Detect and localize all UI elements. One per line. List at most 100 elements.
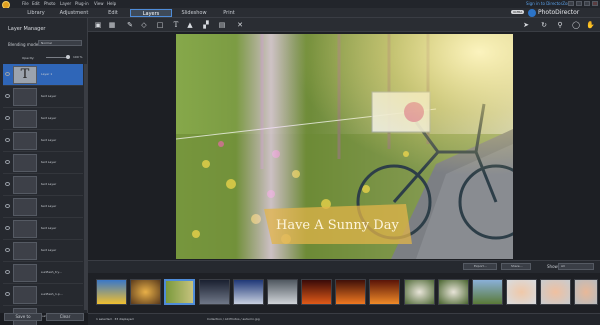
tab-slideshow[interactable]: Slideshow (176, 9, 212, 17)
layer-list-scrollbar[interactable] (84, 64, 87, 310)
visibility-eye-icon[interactable] (5, 248, 10, 252)
collection-path: Collection / All Photos / autumn.jpg (207, 317, 260, 321)
visibility-eye-icon[interactable] (5, 94, 10, 98)
filmstrip-thumbnail[interactable] (472, 279, 503, 305)
selection-count: 1 selected · 33 displayed (96, 317, 134, 321)
align-icon[interactable]: ▞ (202, 21, 210, 29)
close-button[interactable] (592, 1, 598, 6)
tab-edit[interactable]: Edit (100, 9, 126, 17)
photo-caption-text[interactable]: Have A Sunny Day (276, 218, 399, 233)
show-filter-select[interactable]: All (558, 263, 594, 270)
layer-name: text Layer (41, 204, 57, 208)
filmstrip-thumbnail-selected[interactable] (164, 279, 195, 305)
share-button[interactable]: Share... (501, 263, 531, 270)
tab-adjustment[interactable]: Adjustment (52, 9, 96, 17)
help-button[interactable] (568, 1, 574, 6)
filmstrip-thumbnail[interactable] (404, 279, 435, 305)
filmstrip-thumbnail[interactable] (540, 279, 571, 305)
opacity-label: Opacity: (22, 56, 35, 60)
layer-thumbnail (13, 264, 37, 282)
visibility-eye-icon[interactable] (5, 182, 10, 186)
menu-bar (0, 0, 600, 8)
rectangle-tool-icon[interactable]: □ (156, 21, 164, 29)
visibility-eye-icon[interactable] (5, 270, 10, 274)
clear-button[interactable]: Clear (46, 313, 84, 321)
photodirector-logo-icon (528, 9, 536, 17)
rotate-icon[interactable]: ↻ (540, 21, 548, 29)
visibility-eye-icon[interactable] (5, 160, 10, 164)
opacity-slider[interactable] (46, 57, 68, 58)
eraser-icon[interactable]: ◇ (140, 21, 148, 29)
filmstrip-thumbnail[interactable] (96, 279, 127, 305)
layer-row[interactable]: sunflash_try... (3, 262, 83, 284)
layer-row[interactable]: text Layer (3, 152, 83, 174)
filmstrip-thumbnail[interactable] (301, 279, 332, 305)
menu-help[interactable]: Help (107, 1, 116, 6)
layer-name: text Layer (41, 248, 57, 252)
layer-name: text Layer (41, 226, 57, 230)
layer-row[interactable]: text Layer (3, 174, 83, 196)
layer-row[interactable]: text Layer (3, 86, 83, 108)
layer-row[interactable]: sunflash_1.p... (3, 284, 83, 306)
visibility-eye-icon[interactable] (5, 292, 10, 296)
brush-icon[interactable]: ✎ (126, 21, 134, 29)
layer-thumbnail (13, 154, 37, 172)
menu-edit[interactable]: Edit (32, 1, 40, 6)
layer-name: sunflash_1.p... (41, 292, 63, 296)
visibility-eye-icon[interactable] (5, 204, 10, 208)
layer-name: Layer 1 (41, 72, 53, 76)
pointer-icon[interactable]: ➤ (522, 21, 530, 29)
blending-mode-select[interactable]: Normal (38, 40, 82, 46)
layer-row[interactable]: text Layer (3, 218, 83, 240)
layer-thumbnail (13, 176, 37, 194)
status-bar (88, 313, 600, 325)
layer-order-icon[interactable]: ▤ (218, 21, 226, 29)
maximize-button[interactable] (584, 1, 590, 6)
visibility-eye-icon[interactable] (5, 226, 10, 230)
menu-view[interactable]: View (94, 1, 104, 6)
layer-thumbnail (13, 198, 37, 216)
menu-photo[interactable]: Photo (44, 1, 55, 6)
tab-print[interactable]: Print (216, 9, 242, 17)
tab-layers[interactable]: Layers (130, 9, 172, 17)
stamp-icon[interactable]: ▲ (186, 21, 194, 29)
layer-row[interactable]: text Layer (3, 108, 83, 130)
layer-name: text Layer (41, 160, 57, 164)
menu-layer[interactable]: Layer (60, 1, 71, 6)
filmstrip-thumbnail[interactable] (335, 279, 366, 305)
filmstrip-thumbnail[interactable] (369, 279, 400, 305)
hand-icon[interactable]: ✋ (586, 21, 595, 29)
layer-row[interactable]: text Layer (3, 240, 83, 262)
layer-name: text Layer (41, 116, 57, 120)
zoom-out-icon[interactable]: ◯ (572, 21, 580, 29)
filmstrip-thumbnail[interactable] (506, 279, 537, 305)
visibility-eye-icon[interactable] (5, 72, 10, 76)
layer-name: text Layer (41, 94, 57, 98)
text-tool-icon[interactable]: T (172, 21, 180, 29)
filmstrip-thumbnail[interactable] (130, 279, 161, 305)
layer-row[interactable]: text Layer (3, 130, 83, 152)
export-button[interactable]: Export... (463, 263, 497, 270)
brand-name: PhotoDirector (538, 9, 580, 16)
image-icon[interactable]: ▦ (108, 21, 116, 29)
zoom-icon[interactable]: ⚲ (556, 21, 564, 29)
save-to-button[interactable]: Save to (4, 313, 42, 321)
filmstrip-thumbnail[interactable] (233, 279, 264, 305)
filmstrip-thumbnail[interactable] (438, 279, 469, 305)
crop-icon[interactable]: ✕ (236, 21, 244, 29)
layer-row[interactable]: text Layer (3, 196, 83, 218)
visibility-eye-icon[interactable] (5, 116, 10, 120)
opacity-slider-handle[interactable] (66, 55, 70, 59)
visibility-eye-icon[interactable] (5, 138, 10, 142)
menu-file[interactable]: File (22, 1, 29, 6)
layer-row[interactable]: T Layer 1 (3, 64, 83, 86)
layer-name: text Layer (41, 138, 57, 142)
layer-name: sunflash_try... (41, 270, 62, 274)
minimize-button[interactable] (576, 1, 582, 6)
sign-in-link[interactable]: Sign in to DirectorZone (526, 1, 572, 6)
filmstrip-thumbnail[interactable] (199, 279, 230, 305)
filmstrip-thumbnail[interactable] (267, 279, 298, 305)
save-icon[interactable]: ▣ (94, 21, 102, 29)
menu-plugin[interactable]: Plug-in (75, 1, 89, 6)
filmstrip-thumbnail[interactable] (574, 279, 598, 305)
